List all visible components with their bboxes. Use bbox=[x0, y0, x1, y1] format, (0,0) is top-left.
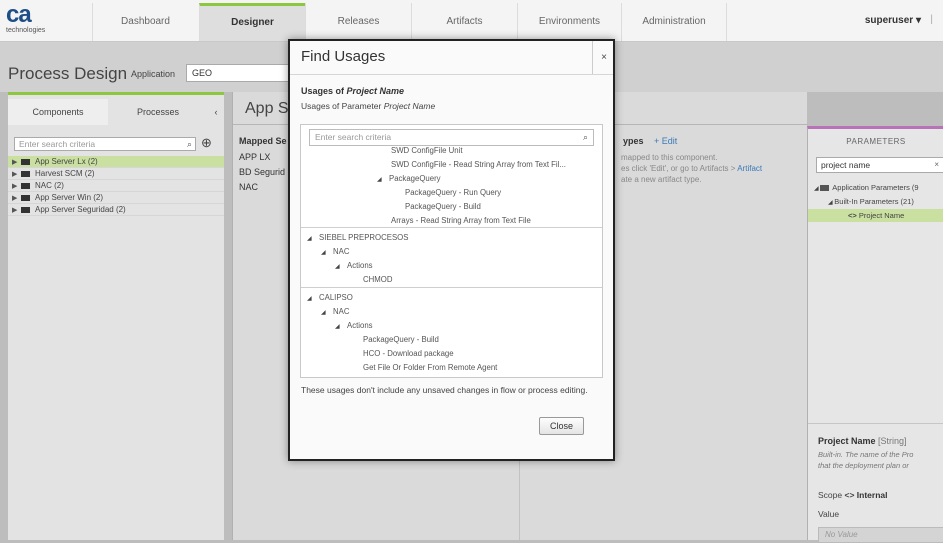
usage-label: CHMOD bbox=[363, 275, 393, 284]
usage-tree-row[interactable]: ◢ SIEBEL PREPROCESOS bbox=[307, 231, 408, 245]
usage-label: SWD ConfigFile - Read String Array from … bbox=[391, 160, 566, 169]
usages-of-text: Usages of bbox=[301, 86, 345, 96]
close-button[interactable]: Close bbox=[539, 417, 584, 435]
expand-triangle-icon[interactable]: ◢ bbox=[335, 260, 347, 274]
expand-triangle-icon[interactable]: ◢ bbox=[307, 232, 319, 246]
usage-label: Get File Or Folder From Remote Agent bbox=[363, 363, 498, 372]
usages-param-text: Usages of Parameter bbox=[301, 101, 382, 111]
usage-tree-row[interactable]: Get File Or Folder From Remote Agent bbox=[363, 361, 497, 375]
group-divider bbox=[301, 227, 602, 228]
usage-tree-row[interactable]: ◢ CALIPSO bbox=[307, 291, 353, 305]
usages-note: These usages don't include any unsaved c… bbox=[301, 385, 588, 395]
usage-tree-row[interactable]: PackageQuery - Build bbox=[363, 333, 439, 347]
usage-tree-row[interactable]: CHMOD bbox=[363, 273, 392, 287]
usage-label: PackageQuery - Run Query bbox=[405, 188, 502, 197]
usages-param-name: Project Name bbox=[383, 101, 436, 111]
usage-tree-row[interactable]: Arrays - Read String Array from Text Fil… bbox=[391, 214, 531, 228]
divider bbox=[290, 74, 613, 75]
usage-label: SIEBEL PREPROCESOS bbox=[319, 233, 409, 242]
usage-tree-row[interactable]: ◢ PackageQuery bbox=[377, 172, 441, 186]
usage-tree-row[interactable]: SWD ConfigFile - Read String Array from … bbox=[391, 158, 566, 172]
usage-tree-row[interactable]: ◢ NAC bbox=[321, 245, 349, 259]
usages-heading: Usages of Project Name bbox=[301, 86, 404, 96]
close-icon[interactable]: × bbox=[592, 41, 615, 74]
usage-tree-row[interactable]: ◢ NAC bbox=[321, 305, 349, 319]
usage-label: PackageQuery bbox=[389, 174, 441, 183]
usage-label: Arrays - Read String Array from Text Fil… bbox=[391, 216, 531, 225]
usage-label: PackageQuery - Build bbox=[363, 335, 439, 344]
usage-tree-row[interactable]: SWD ConfigFile Unit bbox=[391, 144, 463, 158]
usage-label: CALIPSO bbox=[319, 293, 353, 302]
usage-tree-row[interactable]: ◢ Actions bbox=[335, 319, 373, 333]
expand-triangle-icon[interactable]: ◢ bbox=[335, 320, 347, 334]
find-usages-dialog: Find Usages × Usages of Project Name Usa… bbox=[288, 39, 615, 461]
search-placeholder: Enter search criteria bbox=[315, 132, 392, 142]
usage-label: SWD ConfigFile Unit bbox=[391, 146, 463, 155]
search-icon[interactable]: ⌕ bbox=[583, 130, 588, 145]
usages-target-name: Project Name bbox=[346, 86, 405, 96]
group-divider bbox=[301, 287, 602, 288]
usage-label: Actions bbox=[347, 321, 373, 330]
expand-triangle-icon[interactable]: ◢ bbox=[321, 306, 333, 320]
usages-tree: Enter search criteria ⌕ SWD ConfigFile U… bbox=[300, 124, 603, 378]
usage-tree-row[interactable]: PackageQuery - Build bbox=[405, 200, 481, 214]
expand-triangle-icon[interactable]: ◢ bbox=[377, 173, 389, 187]
dialog-title: Find Usages bbox=[301, 48, 386, 65]
usage-label: HCO - Download package bbox=[363, 349, 454, 358]
usage-tree-row[interactable]: HCO - Download package bbox=[363, 347, 454, 361]
usage-tree-row[interactable]: PackageQuery - Run Query bbox=[405, 186, 501, 200]
expand-triangle-icon[interactable]: ◢ bbox=[321, 246, 333, 260]
expand-triangle-icon[interactable]: ◢ bbox=[307, 292, 319, 306]
usages-subheading: Usages of Parameter Project Name bbox=[301, 101, 435, 111]
usage-label: NAC bbox=[333, 247, 350, 256]
usage-label: NAC bbox=[333, 307, 350, 316]
usage-label: PackageQuery - Build bbox=[405, 202, 481, 211]
usage-label: Actions bbox=[347, 261, 373, 270]
usage-tree-row[interactable]: ◢ Actions bbox=[335, 259, 373, 273]
